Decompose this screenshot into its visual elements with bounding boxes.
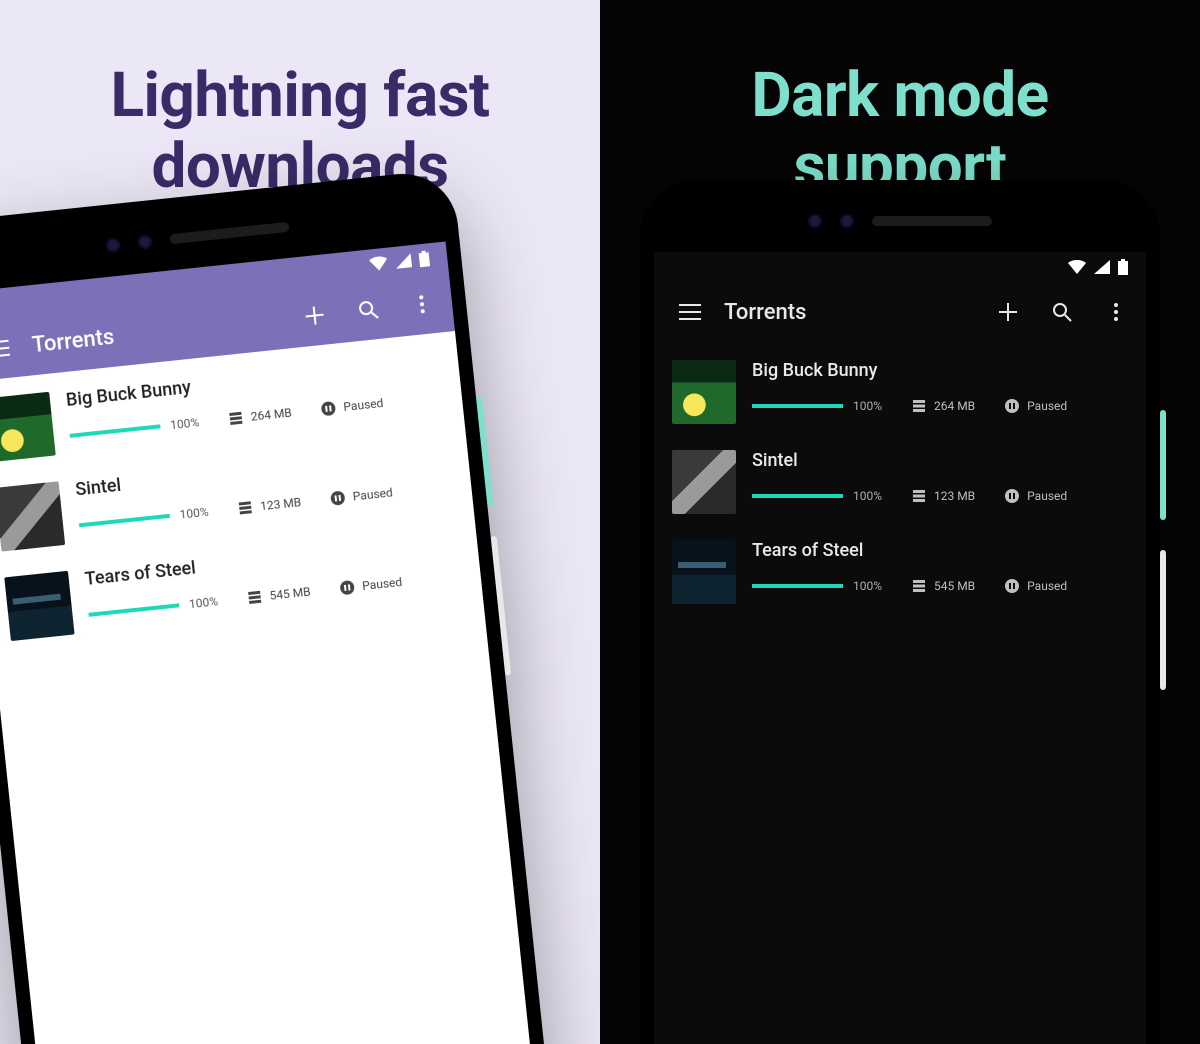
hamburger-icon xyxy=(0,340,10,358)
search-button[interactable] xyxy=(346,288,390,332)
panel-dark: Dark mode support xyxy=(600,0,1200,1044)
torrent-size: 123 MB xyxy=(912,489,975,503)
progress-percent: 100% xyxy=(188,594,218,611)
hamburger-icon xyxy=(679,304,701,320)
torrent-size: 123 MB xyxy=(238,495,302,516)
menu-button[interactable] xyxy=(670,292,710,332)
torrent-size: 264 MB xyxy=(912,399,975,413)
thumbnail xyxy=(672,540,736,604)
storage-icon xyxy=(912,399,926,413)
overflow-button[interactable] xyxy=(400,282,444,326)
torrent-title: Sintel xyxy=(752,450,1128,471)
torrent-size: 545 MB xyxy=(912,579,975,593)
torrent-state: Paused xyxy=(321,396,384,416)
thumbnail xyxy=(672,450,736,514)
wifi-icon xyxy=(369,256,388,272)
pause-icon xyxy=(1005,489,1019,503)
wifi-icon xyxy=(1068,260,1086,274)
search-button[interactable] xyxy=(1042,292,1082,332)
progress: 100% xyxy=(752,579,882,593)
torrent-title: Big Buck Bunny xyxy=(752,360,1128,381)
progress-percent: 100% xyxy=(853,489,882,503)
overflow-icon xyxy=(418,294,426,315)
progress-percent: 100% xyxy=(179,505,209,522)
overflow-button[interactable] xyxy=(1096,292,1136,332)
storage-icon xyxy=(912,489,926,503)
progress: 100% xyxy=(69,415,200,443)
phone-light: Torrents xyxy=(0,676,600,1044)
app-bar-title: Torrents xyxy=(724,300,974,325)
overflow-icon xyxy=(1113,302,1119,322)
storage-icon xyxy=(238,500,253,515)
torrent-state: Paused xyxy=(1005,399,1067,413)
pause-icon xyxy=(330,490,345,505)
signal-icon xyxy=(1094,260,1110,274)
panel-light: Lightning fast downloads xyxy=(0,0,600,1044)
torrent-state: Paused xyxy=(330,485,393,505)
list-item[interactable]: Tears of Steel 100% xyxy=(654,522,1146,612)
battery-icon xyxy=(418,250,430,267)
torrent-size: 264 MB xyxy=(228,406,292,427)
search-icon xyxy=(357,299,379,321)
list-item[interactable]: Big Buck Bunny 100% xyxy=(654,342,1146,432)
torrent-size: 545 MB xyxy=(247,585,311,606)
app-screen-dark: Torrents xyxy=(654,252,1146,1044)
search-icon xyxy=(1052,302,1072,322)
torrent-state: Paused xyxy=(340,575,403,595)
storage-icon xyxy=(247,590,262,605)
plus-icon xyxy=(304,305,326,327)
progress: 100% xyxy=(752,489,882,503)
thumbnail xyxy=(672,360,736,424)
list-item[interactable]: Sintel 100% xyxy=(654,432,1146,522)
progress-percent: 100% xyxy=(169,415,199,432)
status-bar xyxy=(654,252,1146,282)
menu-button[interactable] xyxy=(0,327,20,371)
progress-percent: 100% xyxy=(853,399,882,413)
app-bar-title: Torrents xyxy=(31,307,282,358)
plus-icon xyxy=(998,302,1018,322)
phone-sensor-bar xyxy=(105,220,289,253)
storage-icon xyxy=(912,579,926,593)
torrent-list: Big Buck Bunny 100% xyxy=(0,331,543,1044)
pause-icon xyxy=(1005,399,1019,413)
phone-dark: Torrents xyxy=(640,690,1160,1044)
add-button[interactable] xyxy=(293,294,337,338)
progress: 100% xyxy=(88,594,219,622)
torrent-title: Tears of Steel xyxy=(752,540,1128,561)
thumbnail xyxy=(4,571,74,641)
pause-icon xyxy=(1005,579,1019,593)
storage-icon xyxy=(228,411,243,426)
add-button[interactable] xyxy=(988,292,1028,332)
app-screen-light: Torrents xyxy=(0,241,543,1044)
signal-icon xyxy=(395,253,412,269)
torrent-list: Big Buck Bunny 100% xyxy=(654,342,1146,1044)
progress: 100% xyxy=(78,505,209,533)
headline-light-line1: Lightning fast xyxy=(110,59,489,132)
pause-icon xyxy=(340,580,355,595)
torrent-state: Paused xyxy=(1005,489,1067,503)
app-bar: Torrents xyxy=(654,282,1146,342)
battery-icon xyxy=(1118,259,1128,275)
pause-icon xyxy=(321,401,336,416)
thumbnail xyxy=(0,481,65,551)
torrent-state: Paused xyxy=(1005,579,1067,593)
headline-light: Lightning fast downloads xyxy=(0,60,600,203)
thumbnail xyxy=(0,392,56,462)
phone-sensor-bar xyxy=(808,214,992,228)
progress-percent: 100% xyxy=(853,579,882,593)
headline-dark-line1: Dark mode xyxy=(751,59,1048,132)
progress: 100% xyxy=(752,399,882,413)
